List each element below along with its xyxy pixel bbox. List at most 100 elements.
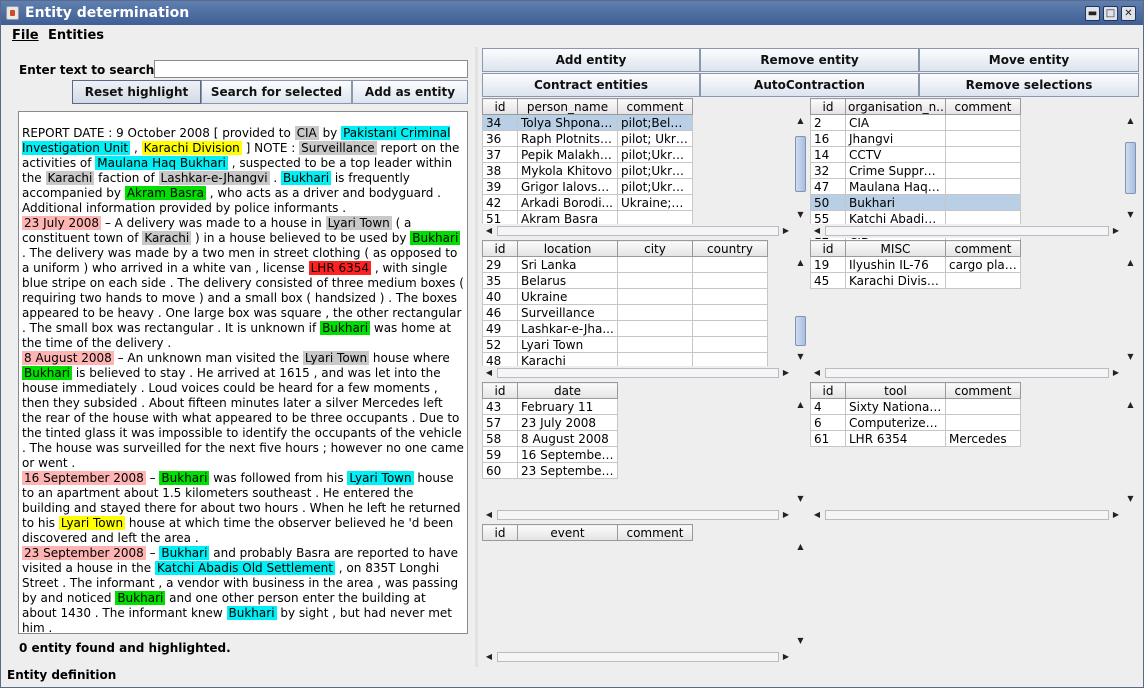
person-vscroll[interactable]: ▲ ▼ bbox=[793, 114, 808, 222]
scroll-track[interactable] bbox=[825, 368, 1109, 378]
table-row[interactable]: 4 Sixty National ... bbox=[810, 398, 1021, 415]
table-cell[interactable]: 32 bbox=[810, 162, 846, 179]
title-bar[interactable]: Entity determination ▬ □ ✕ bbox=[1, 1, 1143, 25]
table-cell[interactable]: Bukhari bbox=[845, 194, 946, 211]
maximize-icon[interactable]: □ bbox=[1103, 6, 1118, 21]
table-cell[interactable]: 29 bbox=[482, 256, 518, 273]
table-cell[interactable]: 61 bbox=[810, 430, 846, 447]
event-table[interactable]: id event comment bbox=[482, 524, 693, 541]
table-cell[interactable]: LHR 6354 bbox=[845, 430, 946, 447]
table-row[interactable]: 14 CCTV bbox=[810, 146, 1021, 163]
table-cell[interactable]: 38 bbox=[482, 162, 518, 179]
scroll-down-icon[interactable]: ▼ bbox=[793, 634, 808, 648]
move-entity-button[interactable]: Move entity bbox=[919, 48, 1139, 72]
table-cell[interactable]: Ilyushin IL-76 bbox=[845, 256, 946, 273]
scroll-up-icon[interactable]: ▲ bbox=[793, 540, 808, 554]
scroll-thumb[interactable] bbox=[795, 316, 806, 346]
scroll-left-icon[interactable]: ◀ bbox=[810, 224, 824, 238]
scroll-down-icon[interactable]: ▼ bbox=[793, 350, 808, 364]
table-cell[interactable]: Maulana Haq ... bbox=[845, 178, 946, 195]
misc-hscroll[interactable]: ◀ ▶ bbox=[810, 366, 1123, 380]
table-row[interactable]: 19 Ilyushin IL-76 cargo plane bbox=[810, 256, 1021, 273]
organisation-vscroll[interactable]: ▲ ▼ bbox=[1123, 114, 1138, 222]
table-row[interactable]: 29 Sri Lanka bbox=[482, 256, 768, 273]
table-cell[interactable]: Mercedes bbox=[945, 430, 1021, 447]
table-cell[interactable]: 52 bbox=[482, 336, 518, 353]
table-cell[interactable]: 50 bbox=[810, 194, 846, 211]
table-cell[interactable] bbox=[617, 288, 693, 305]
table-cell[interactable]: 14 bbox=[810, 146, 846, 163]
add-entity-button[interactable]: Add entity bbox=[482, 48, 700, 72]
table-row[interactable]: 46 Surveillance bbox=[482, 304, 768, 321]
column-header[interactable]: id bbox=[482, 382, 518, 399]
column-header[interactable]: tool bbox=[845, 382, 946, 399]
remove-selections-button[interactable]: Remove selections bbox=[919, 73, 1139, 97]
column-header[interactable]: location bbox=[517, 240, 618, 257]
table-cell[interactable]: 16 September... bbox=[517, 446, 618, 463]
table-cell[interactable]: CIA bbox=[845, 114, 946, 131]
column-header[interactable]: comment bbox=[617, 524, 693, 541]
column-header[interactable]: date bbox=[517, 382, 618, 399]
table-cell[interactable] bbox=[945, 178, 1021, 195]
table-row[interactable]: 58 8 August 2008 bbox=[482, 430, 618, 447]
location-table[interactable]: id location city country 29 Sri Lanka 35 Belaru… bbox=[482, 240, 768, 369]
table-cell[interactable]: Karachi Division bbox=[845, 272, 946, 289]
column-header[interactable]: comment bbox=[617, 98, 693, 115]
table-cell[interactable]: Ukraine;b... bbox=[617, 194, 693, 211]
table-cell[interactable]: Lashkar-e-Jha... bbox=[517, 320, 618, 337]
table-row[interactable]: 52 Lyari Town bbox=[482, 336, 768, 353]
table-cell[interactable]: pilot;Belarus bbox=[617, 114, 693, 131]
tool-hscroll[interactable]: ◀ ▶ bbox=[810, 508, 1123, 522]
table-cell[interactable] bbox=[692, 304, 768, 321]
table-cell[interactable]: 39 bbox=[482, 178, 518, 195]
table-cell[interactable]: Pepik Malakho... bbox=[517, 146, 618, 163]
tool-vscroll[interactable]: ▲ ▼ bbox=[1123, 398, 1138, 506]
table-cell[interactable]: 8 August 2008 bbox=[517, 430, 618, 447]
table-cell[interactable]: Sri Lanka bbox=[517, 256, 618, 273]
table-cell[interactable]: pilot;Ukrai... bbox=[617, 146, 693, 163]
scroll-up-icon[interactable]: ▲ bbox=[1123, 114, 1138, 128]
table-cell[interactable]: pilot;Ukrai... bbox=[617, 162, 693, 179]
table-cell[interactable]: 2 bbox=[810, 114, 846, 131]
column-header[interactable]: id bbox=[482, 240, 518, 257]
split-divider[interactable] bbox=[475, 47, 478, 667]
organisation-table[interactable]: id organisation_n... comment 2 CIA 16 Jhangvi 1… bbox=[810, 98, 1021, 243]
table-cell[interactable] bbox=[692, 288, 768, 305]
table-row[interactable]: 57 23 July 2008 bbox=[482, 414, 618, 431]
table-cell[interactable]: CCTV bbox=[845, 146, 946, 163]
table-row[interactable]: 32 Crime Suppres... bbox=[810, 162, 1021, 179]
table-cell[interactable]: Arkadi Borodi... bbox=[517, 194, 618, 211]
column-header[interactable]: comment bbox=[945, 382, 1021, 399]
add-as-entity-button[interactable]: Add as entity bbox=[352, 80, 468, 104]
reset-highlight-button[interactable]: Reset highlight bbox=[72, 80, 201, 104]
scroll-down-icon[interactable]: ▼ bbox=[1123, 350, 1138, 364]
scroll-left-icon[interactable]: ◀ bbox=[482, 650, 496, 664]
table-cell[interactable]: Computerized... bbox=[845, 414, 946, 431]
column-header[interactable]: id bbox=[810, 382, 846, 399]
scroll-up-icon[interactable]: ▲ bbox=[1123, 398, 1138, 412]
table-cell[interactable]: 37 bbox=[482, 146, 518, 163]
column-header[interactable]: country bbox=[692, 240, 768, 257]
column-header[interactable]: comment bbox=[945, 240, 1021, 257]
contract-entities-button[interactable]: Contract entities bbox=[482, 73, 700, 97]
scroll-left-icon[interactable]: ◀ bbox=[810, 366, 824, 380]
scroll-down-icon[interactable]: ▼ bbox=[793, 492, 808, 506]
table-row[interactable]: 37 Pepik Malakho... pilot;Ukrai... bbox=[482, 146, 693, 163]
table-row[interactable]: 39 Grigor Ialovskaia pilot;Ukrai... bbox=[482, 178, 693, 195]
table-cell[interactable] bbox=[692, 336, 768, 353]
table-row[interactable]: 61 LHR 6354 Mercedes bbox=[810, 430, 1021, 447]
table-cell[interactable]: 4 bbox=[810, 398, 846, 415]
search-input[interactable] bbox=[154, 60, 468, 78]
scroll-down-icon[interactable]: ▼ bbox=[1123, 492, 1138, 506]
scroll-right-icon[interactable]: ▶ bbox=[779, 224, 793, 238]
table-cell[interactable]: Crime Suppres... bbox=[845, 162, 946, 179]
scroll-left-icon[interactable]: ◀ bbox=[482, 508, 496, 522]
table-cell[interactable]: 23 September... bbox=[517, 462, 618, 479]
table-cell[interactable]: 60 bbox=[482, 462, 518, 479]
location-hscroll[interactable]: ◀ ▶ bbox=[482, 366, 793, 380]
table-cell[interactable]: 45 bbox=[810, 272, 846, 289]
scroll-right-icon[interactable]: ▶ bbox=[779, 508, 793, 522]
table-row[interactable]: 36 Raph Plotnitsk... pilot; Ukra... bbox=[482, 130, 693, 147]
table-cell[interactable] bbox=[945, 162, 1021, 179]
scroll-track[interactable] bbox=[825, 226, 1109, 236]
